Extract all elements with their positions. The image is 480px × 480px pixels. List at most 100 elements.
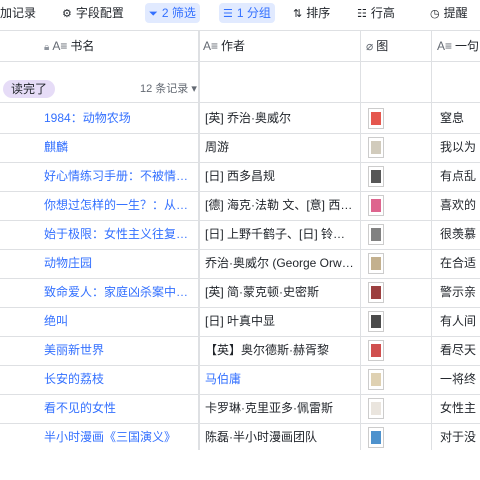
quote-cell[interactable]: 喜欢的 [440,191,480,220]
filter-icon: ⏷ [149,8,158,20]
quote-cell[interactable]: 一将终 [440,365,480,394]
remind-label: 提醒 [443,6,468,20]
author-cell[interactable]: [英] 简·蒙克顿·史密斯 [205,278,355,307]
gear-icon: ⚙ [62,8,72,20]
author-cell[interactable]: [日] 上野千鹤子、[日] 铃木凉美 [205,220,355,249]
table-row[interactable]: 始于极限：女性主义往复书简 [日] 上野千鹤子、[日] 铃木凉美 很羡慕 [0,220,480,250]
group-header[interactable]: 读完了 12 条记录 ▾ [0,78,198,100]
column-header-image[interactable]: ⌀ 图 [366,31,388,61]
group-icon: ☰ [223,8,233,20]
lock-icon: 🔒︎ [44,42,50,53]
sort-button[interactable]: ⇅ 排序 [293,3,330,23]
row-height-label: 行高 [370,6,395,20]
column-header-title[interactable]: 🔒︎ A≡ 书名 [44,31,94,61]
table-header: 🔒︎ A≡ 书名 A≡ 作者 ⌀ 图 A≡ 一句 [0,30,480,62]
text-field-icon: A≡ [437,39,453,53]
toolbar: 加记录 ⚙ 字段配置 ⏷ 2 筛选 ☰ 1 分组 ⇅ 排序 ☷ 行高 ◷ 提醒 [0,0,480,26]
author-cell[interactable]: 乔治·奥威尔 (George Orwell) [205,249,355,278]
cover-image-thumbnail[interactable] [369,138,383,157]
remind-button[interactable]: ◷ 提醒 [430,3,468,23]
group-button[interactable]: ☰ 1 分组 [219,3,275,23]
book-title-cell[interactable]: 看不见的女性 [44,394,194,423]
author-cell[interactable]: 周游 [205,133,355,162]
row-height-icon: ☷ [357,8,367,20]
attachment-icon: ⌀ [366,39,374,53]
author-cell[interactable]: [日] 西多昌规 [205,162,355,191]
group-label: 1 分组 [236,6,271,20]
quote-cell[interactable]: 看尽天 [440,336,480,365]
table-row[interactable]: 看不见的女性 卡罗琳·克里亚多·佩雷斯 女性主 [0,394,480,424]
cover-image-thumbnail[interactable] [369,254,383,273]
column-quote-label: 一句 [455,39,480,53]
group-record-count: 12 条记录 ▾ [140,83,197,95]
cover-image-thumbnail[interactable] [369,196,383,215]
column-header-quote[interactable]: A≡ 一句 [437,31,479,61]
text-field-icon: A≡ [203,39,219,53]
row-height-button[interactable]: ☷ 行高 [357,3,395,23]
column-title-label: 书名 [70,39,95,53]
cover-image-thumbnail[interactable] [369,341,383,360]
quote-cell[interactable]: 在合适 [440,249,480,278]
book-title-cell[interactable]: 始于极限：女性主义往复书简 [44,220,194,249]
book-title-cell[interactable]: 动物庄园 [44,249,194,278]
table-row[interactable]: 1984：动物农场 [英] 乔治·奥威尔 窒息 [0,104,480,134]
sort-icon: ⇅ [293,8,303,20]
cover-image-thumbnail[interactable] [369,428,383,447]
clock-icon: ◷ [430,8,440,20]
text-field-icon: A≡ [52,39,68,53]
cover-image-thumbnail[interactable] [369,167,383,186]
book-title-cell[interactable]: 绝叫 [44,307,194,336]
author-cell[interactable]: 卡罗琳·克里亚多·佩雷斯 [205,394,355,423]
column-header-author[interactable]: A≡ 作者 [203,31,245,61]
author-cell[interactable]: 陈磊·半小时漫画团队 [205,423,355,452]
quote-cell[interactable]: 窒息 [440,104,480,133]
book-title-cell[interactable]: 致命爱人：家庭凶杀案中的人性之光 [44,278,194,307]
author-cell[interactable]: 马伯庸 [205,365,355,394]
field-config-label: 字段配置 [75,6,124,20]
book-title-cell[interactable]: 1984：动物农场 [44,104,194,133]
filter-button[interactable]: ⏷ 2 筛选 [145,3,200,23]
table-row[interactable]: 动物庄园 乔治·奥威尔 (George Orwell) 在合适 [0,249,480,279]
add-record-button[interactable]: 加记录 [0,3,36,23]
book-title-cell[interactable]: 好心情练习手册：不被情绪左右的活法 [44,162,194,191]
column-image-label: 图 [376,39,389,53]
quote-cell[interactable]: 我以为 [440,133,480,162]
table-row[interactable]: 长安的荔枝 马伯庸 一将终 [0,365,480,395]
chevron-down-icon[interactable]: ▾ [191,83,197,95]
sort-label: 排序 [306,6,331,20]
column-author-label: 作者 [221,39,246,53]
quote-cell[interactable]: 对于没 [440,423,480,452]
filter-label: 2 筛选 [161,6,196,20]
author-cell[interactable]: [德] 海克·法勒 文、[意] 西尔维 [205,191,355,220]
table-row[interactable]: 麒麟 周游 我以为 [0,133,480,163]
book-title-cell[interactable]: 半小时漫画《三国演义》 [44,423,194,452]
group-badge: 读完了 [3,80,56,98]
book-title-cell[interactable]: 长安的荔枝 [44,365,194,394]
table-row[interactable]: 好心情练习手册：不被情绪左右的活法 [日] 西多昌规 有点乱 [0,162,480,192]
book-title-cell[interactable]: 美丽新世界 [44,336,194,365]
table-footer [0,450,480,480]
quote-cell[interactable]: 很羡慕 [440,220,480,249]
cover-image-thumbnail[interactable] [369,370,383,389]
table-row[interactable]: 你想过怎样的一生？：从当下开始的人生设计 [德] 海克·法勒 文、[意] 西尔维 喜… [0,191,480,221]
quote-cell[interactable]: 警示亲 [440,278,480,307]
quote-cell[interactable]: 有点乱 [440,162,480,191]
author-cell[interactable]: [英] 乔治·奥威尔 [205,104,355,133]
field-config-button[interactable]: ⚙ 字段配置 [62,3,124,23]
table-row[interactable]: 美丽新世界 【英】奥尔德斯·赫胥黎 看尽天 [0,336,480,366]
table-row[interactable]: 致命爱人：家庭凶杀案中的人性之光 [英] 简·蒙克顿·史密斯 警示亲 [0,278,480,308]
cover-image-thumbnail[interactable] [369,399,383,418]
author-cell[interactable]: [日] 叶真中显 [205,307,355,336]
book-title-cell[interactable]: 麒麟 [44,133,194,162]
group-divider [0,102,480,103]
cover-image-thumbnail[interactable] [369,312,383,331]
cover-image-thumbnail[interactable] [369,225,383,244]
quote-cell[interactable]: 女性主 [440,394,480,423]
cover-image-thumbnail[interactable] [369,283,383,302]
table-row[interactable]: 半小时漫画《三国演义》 陈磊·半小时漫画团队 对于没 [0,423,480,453]
book-title-cell[interactable]: 你想过怎样的一生？：从当下开始的人生设计 [44,191,194,220]
author-cell[interactable]: 【英】奥尔德斯·赫胥黎 [205,336,355,365]
table-row[interactable]: 绝叫 [日] 叶真中显 有人间 [0,307,480,337]
cover-image-thumbnail[interactable] [369,109,383,128]
quote-cell[interactable]: 有人间 [440,307,480,336]
